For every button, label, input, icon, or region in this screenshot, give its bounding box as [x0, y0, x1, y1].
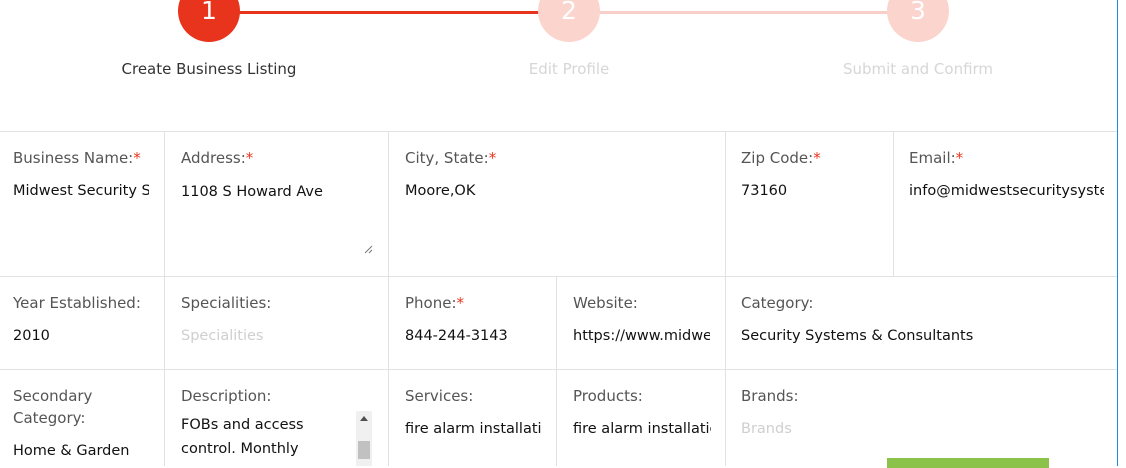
specialities-input[interactable]: Specialities	[181, 328, 371, 344]
website-label: Website:	[573, 294, 638, 312]
step-connector-pending	[569, 11, 918, 14]
phone-input[interactable]: 844-244-3143	[405, 328, 545, 344]
email-input[interactable]: info@midwestsecuritysyste	[909, 183, 1104, 199]
city-state-label: City, State:*	[405, 149, 497, 167]
category-select[interactable]: Security Systems & Consultants	[741, 328, 1101, 344]
step-2-label: Edit Profile	[528, 60, 610, 78]
brands-input[interactable]: Brands	[741, 421, 941, 437]
column-divider	[164, 131, 165, 466]
column-divider	[893, 131, 894, 276]
zip-code-input[interactable]: 73160	[741, 183, 881, 199]
zip-code-label: Zip Code:*	[741, 149, 821, 167]
products-label: Products:	[573, 387, 643, 405]
row-2-divider	[0, 369, 1117, 370]
address-textarea[interactable]: 1108 S Howard Ave	[181, 184, 371, 200]
description-line: FOBs and access	[181, 417, 304, 433]
scrollbar-thumb[interactable]	[358, 441, 370, 459]
column-divider	[725, 131, 726, 466]
secondary-category-label: Category:	[13, 409, 86, 427]
column-divider	[388, 131, 389, 466]
scroll-up-arrow-icon[interactable]	[356, 411, 372, 427]
step-3-circle[interactable]: 3	[887, 0, 949, 42]
specialities-label: Specialities:	[181, 294, 272, 312]
products-input[interactable]: fire alarm installatic	[573, 421, 711, 437]
step-3-label: Submit and Confirm	[842, 60, 994, 78]
business-name-label: Business Name:*	[13, 149, 141, 167]
website-input[interactable]: https://www.midwe	[573, 328, 710, 344]
step-1-circle[interactable]: 1	[178, 0, 240, 42]
category-label: Category:	[741, 294, 814, 312]
phone-label: Phone:*	[405, 294, 465, 312]
services-input[interactable]: fire alarm installatic	[405, 421, 542, 437]
row-1-divider	[0, 276, 1117, 277]
column-divider	[556, 276, 557, 466]
form-top-divider	[0, 131, 1117, 132]
description-textarea[interactable]: FOBs and access control. Monthly	[181, 413, 346, 461]
business-name-input[interactable]: Midwest Security S	[13, 183, 149, 199]
description-line: control. Monthly	[181, 441, 299, 457]
description-label: Description:	[181, 387, 272, 405]
services-label: Services:	[405, 387, 474, 405]
year-established-label: Year Established:	[13, 294, 141, 312]
secondary-category-label: Secondary	[13, 387, 93, 405]
address-label: Address:*	[181, 149, 254, 167]
step-1-label: Create Business Listing	[121, 60, 297, 78]
year-established-input[interactable]: 2010	[13, 328, 153, 344]
brands-label: Brands:	[741, 387, 799, 405]
step-2-circle[interactable]: 2	[538, 0, 600, 42]
resize-grip-icon[interactable]	[363, 244, 373, 254]
step-connector-completed	[209, 11, 569, 14]
window-right-border	[1117, 0, 1118, 466]
description-scrollbar[interactable]	[356, 411, 372, 466]
city-state-input[interactable]: Moore,OK	[405, 183, 705, 199]
submit-button[interactable]	[887, 458, 1049, 468]
secondary-category-select[interactable]: Home & Garden	[13, 443, 158, 459]
email-label: Email:*	[909, 149, 964, 167]
